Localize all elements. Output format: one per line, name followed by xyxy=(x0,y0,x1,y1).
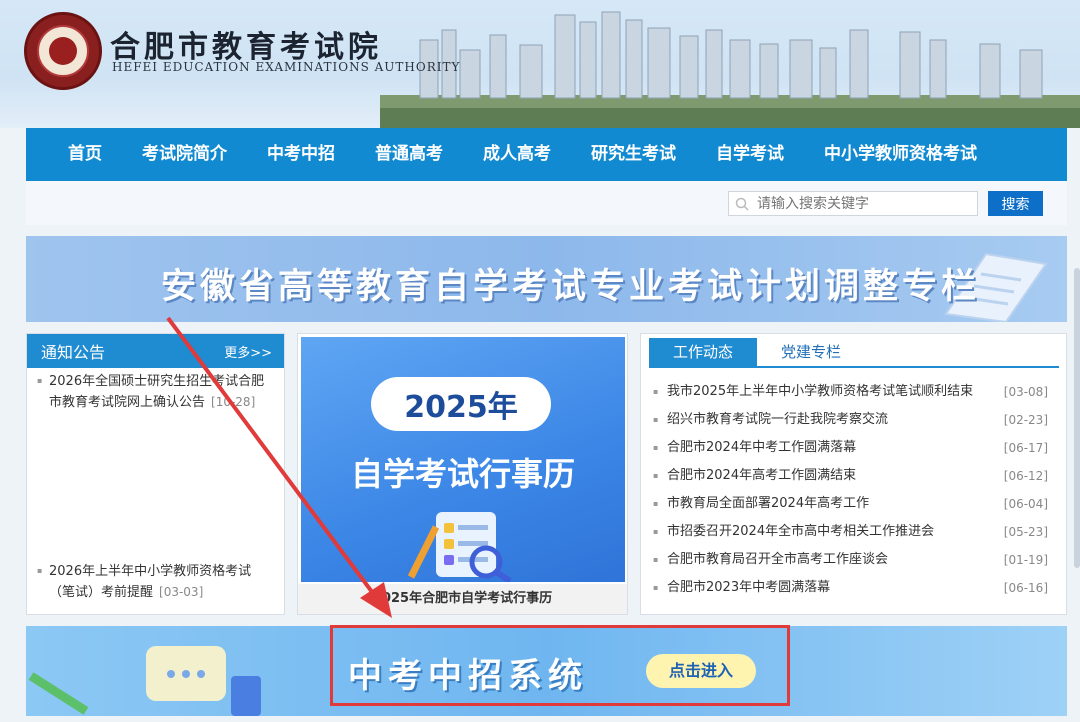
tab-party-building[interactable]: 党建专栏 xyxy=(757,338,865,366)
banner-top-text: 安徽省高等教育自学考试专业考试计划调整专栏 xyxy=(161,267,981,307)
search-box xyxy=(728,191,978,216)
nav-item-adult-exam[interactable]: 成人高考 xyxy=(463,128,571,181)
news-item-date: [06-04] xyxy=(1003,497,1048,511)
news-item-date: [02-23] xyxy=(1003,413,1048,427)
nav-item-self-study[interactable]: 自学考试 xyxy=(696,128,804,181)
page-scrollbar[interactable] xyxy=(1074,268,1080,568)
news-item-text: 我市2025年上半年中小学教师资格考试笔试顺利结束 xyxy=(667,384,974,399)
year-pill: 2025年 xyxy=(371,377,551,431)
notice-item-date: [10-28] xyxy=(211,395,256,409)
search-input[interactable] xyxy=(755,194,965,213)
news-item-date: [06-16] xyxy=(1003,581,1048,595)
news-item-text: 市教育局全面部署2024年高考工作 xyxy=(667,496,870,511)
list-item[interactable]: 市教育局全面部署2024年高考工作 [06-04] xyxy=(641,490,1066,518)
main-nav: 首页 考试院简介 中考中招 普通高考 成人高考 研究生考试 自学考试 中小学教师… xyxy=(26,128,1067,181)
card-caption: 2025年合肥市自学考试行事历 xyxy=(298,584,627,614)
news-item-date: [06-17] xyxy=(1003,441,1048,455)
notice-item-date: [03-03] xyxy=(159,585,204,599)
news-list: 我市2025年上半年中小学教师资格考试笔试顺利结束 [03-08] 绍兴市教育考试… xyxy=(641,378,1066,602)
notice-item-text: 2026年上半年中小学教师资格考试（笔试）考前提醒 xyxy=(49,564,252,600)
list-item[interactable]: 绍兴市教育考试院一行赴我院考察交流 [02-23] xyxy=(641,406,1066,434)
city-skyline-image xyxy=(380,11,1080,128)
logo-emblem xyxy=(37,25,89,77)
list-item[interactable]: 市招委召开2024年全市高中考相关工作推进会 [05-23] xyxy=(641,518,1066,546)
checklist-illustration-icon xyxy=(407,512,512,582)
calendar-card-image: 2025年 自学考试行事历 xyxy=(301,337,625,582)
nav-item-postgraduate[interactable]: 研究生考试 xyxy=(571,128,696,181)
calendar-card[interactable]: 2025年 自学考试行事历 2025年合肥市自学考试行事历 xyxy=(297,333,628,615)
card-big-text: 自学考试行事历 xyxy=(350,455,575,493)
logo-mark-icon xyxy=(49,37,77,65)
news-item-text: 市招委召开2024年全市高中考相关工作推进会 xyxy=(667,524,935,539)
site-title-en: HEFEI EDUCATION EXAMINATIONS AUTHORITY xyxy=(112,60,461,74)
list-item[interactable]: 我市2025年上半年中小学教师资格考试笔试顺利结束 [03-08] xyxy=(641,378,1066,406)
tab-work-news[interactable]: 工作动态 xyxy=(649,338,758,366)
news-tabs: 工作动态 党建专栏 xyxy=(649,338,1059,368)
news-item-date: [06-12] xyxy=(1003,469,1048,483)
self-study-plan-banner[interactable]: 安徽省高等教育自学考试专业考试计划调整专栏 xyxy=(26,236,1067,322)
search-button[interactable]: 搜索 xyxy=(988,191,1043,216)
notice-list: 2026年全国硕士研究生招生考试合肥市教育考试院网上确认公告[10-28] 20… xyxy=(27,368,284,614)
site-header: 合肥市教育考试院 HEFEI EDUCATION EXAMINATIONS AU… xyxy=(0,0,1080,128)
authority-logo[interactable] xyxy=(24,12,102,90)
list-item[interactable]: 2026年全国硕士研究生招生考试合肥市教育考试院网上确认公告[10-28] xyxy=(37,371,277,413)
news-item-text: 合肥市2024年高考工作圆满结束 xyxy=(667,468,857,483)
list-item[interactable]: 合肥市2024年高考工作圆满结束 [06-12] xyxy=(641,462,1066,490)
news-item-date: [01-19] xyxy=(1003,553,1048,567)
highlight-box xyxy=(330,625,790,706)
nav-item-zhongkao[interactable]: 中考中招 xyxy=(247,128,355,181)
notice-title: 通知公告 xyxy=(41,343,106,362)
news-item-text: 合肥市教育局召开全市高考工作座谈会 xyxy=(667,552,889,567)
notice-panel: 通知公告 更多>> 2026年全国硕士研究生招生考试合肥市教育考试院网上确认公告… xyxy=(26,333,285,615)
news-item-text: 合肥市2023年中考圆满落幕 xyxy=(667,580,831,595)
news-item-text: 合肥市2024年中考工作圆满落幕 xyxy=(667,440,857,455)
nav-item-about[interactable]: 考试院简介 xyxy=(122,128,247,181)
list-item[interactable]: 合肥市2024年中考工作圆满落幕 [06-17] xyxy=(641,434,1066,462)
nav-item-teacher-cert[interactable]: 中小学教师资格考试 xyxy=(804,128,997,181)
pencil-chat-illustration-icon xyxy=(28,646,261,716)
list-item[interactable]: 2026年上半年中小学教师资格考试（笔试）考前提醒[03-03] xyxy=(37,561,277,603)
search-icon xyxy=(735,197,749,211)
notice-more-link[interactable]: 更多>> xyxy=(224,342,272,361)
news-item-date: [03-08] xyxy=(1003,385,1048,399)
nav-item-gaokao[interactable]: 普通高考 xyxy=(355,128,463,181)
news-panel: 工作动态 党建专栏 我市2025年上半年中小学教师资格考试笔试顺利结束 [03-0… xyxy=(640,333,1067,615)
notice-header: 通知公告 更多>> xyxy=(27,334,284,368)
nav-item-home[interactable]: 首页 xyxy=(26,128,122,181)
news-item-date: [05-23] xyxy=(1003,525,1048,539)
news-item-text: 绍兴市教育考试院一行赴我院考察交流 xyxy=(667,412,889,427)
list-item[interactable]: 合肥市2023年中考圆满落幕 [06-16] xyxy=(641,574,1066,602)
list-item[interactable]: 合肥市教育局召开全市高考工作座谈会 [01-19] xyxy=(641,546,1066,574)
